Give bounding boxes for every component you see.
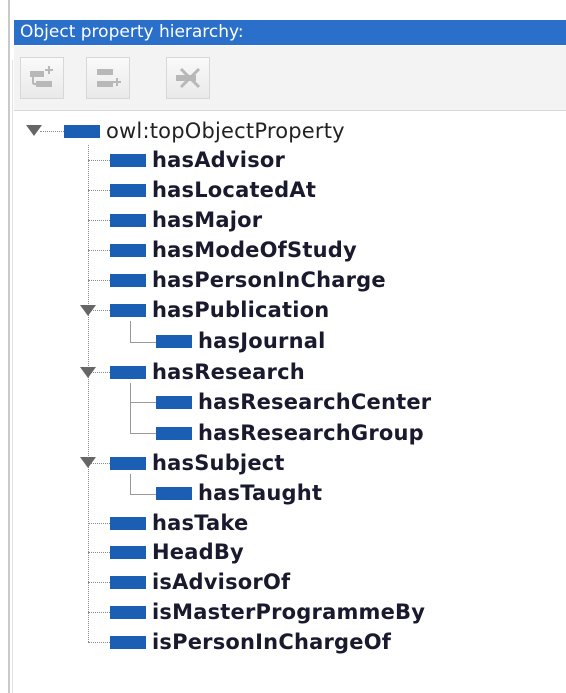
tree-item-label: hasJournal [198,329,326,353]
tree-connector [88,160,110,161]
tree-connector [88,612,110,613]
tree-item-label: hasTaught [198,481,323,505]
tree-connector [130,321,131,342]
tree-item-label: hasResearch [152,360,305,384]
tree-item-label: hasModeOfStudy [152,238,357,262]
tree-item-label: hasLocatedAt [152,178,317,202]
tree-item-label: HeadBy [152,540,244,564]
tree-item-label: hasMajor [152,208,263,232]
tree-item-label: isMasterProgrammeBy [152,600,426,624]
panel-left-border [8,0,10,693]
object-property-icon [110,273,146,287]
object-property-icon [110,605,146,619]
expand-toggle-icon[interactable] [80,457,96,468]
object-property-icon [156,395,192,409]
tree-item[interactable]: hasTake [110,509,248,537]
object-property-icon [110,635,146,649]
panel-inner-border [12,60,13,693]
property-tree: owl:topObjectProperty hasAdvisor hasLoca… [14,111,566,693]
tree-item[interactable]: hasResearchGroup [156,419,424,447]
object-property-hierarchy-panel: Object property hierarchy: owl:topObject… [0,0,566,693]
expand-toggle-icon[interactable] [80,367,96,378]
add-sibling-property-icon [97,69,121,87]
tree-item[interactable]: hasJournal [156,327,326,355]
tree-item-label: hasSubject [152,451,285,475]
object-property-icon [110,213,146,227]
tree-item-label: hasResearchGroup [198,421,424,445]
tree-item[interactable]: isAdvisorOf [110,568,290,596]
tree-item[interactable]: hasTaught [156,479,322,507]
tree-item[interactable]: hasResearch [110,358,305,386]
object-property-icon [110,153,146,167]
add-sub-property-icon [30,66,53,87]
object-property-icon [110,456,146,470]
tree-item-label: hasPersonInCharge [152,268,386,292]
tree-connector [130,402,156,403]
tree-item-label: hasPublication [152,298,330,322]
add-sibling-property-button[interactable] [86,57,130,99]
object-property-icon [110,365,146,379]
tree-item-label: hasTake [152,511,249,535]
tree-connector [130,433,156,434]
tree-item-label: hasResearchCenter [198,390,432,414]
object-property-icon [110,516,146,530]
tree-connector [88,582,110,583]
tree-connector [130,494,156,495]
object-property-icon [156,334,192,348]
tree-item[interactable]: hasPersonInCharge [110,266,386,294]
object-property-icon [110,183,146,197]
tree-connector [88,250,110,251]
tree-item-label: owl:topObjectProperty [106,119,345,143]
object-property-icon [110,243,146,257]
delete-property-button[interactable] [166,57,210,99]
delete-property-icon [176,67,201,89]
add-sub-property-button[interactable] [20,57,64,99]
tree-connector [88,280,110,281]
object-property-icon [110,303,146,317]
object-property-icon [156,426,192,440]
toolbar [14,46,566,111]
tree-connector [88,642,110,643]
tree-connector [130,383,131,433]
object-property-icon [110,575,146,589]
tree-connector [130,342,156,343]
expand-toggle-icon[interactable] [80,305,96,316]
tree-item[interactable]: hasModeOfStudy [110,236,357,264]
tree-item[interactable]: isMasterProgrammeBy [110,598,425,626]
object-property-icon [64,124,100,138]
tree-item[interactable]: hasPublication [110,296,329,324]
panel-title: Object property hierarchy: [14,20,566,45]
tree-item[interactable]: isPersonInChargeOf [110,628,391,656]
tree-connector [130,474,131,494]
tree-item-label: isAdvisorOf [152,570,291,594]
tree-item[interactable]: hasLocatedAt [110,176,316,204]
tree-item[interactable]: HeadBy [110,538,244,566]
tree-item-label: isPersonInChargeOf [152,630,392,654]
tree-item[interactable]: hasAdvisor [110,146,285,174]
tree-item[interactable]: hasResearchCenter [156,388,431,416]
tree-connector [88,552,110,553]
tree-item-label: hasAdvisor [152,148,286,172]
tree-connector [88,523,110,524]
tree-item[interactable]: hasMajor [110,206,262,234]
tree-connector [88,190,110,191]
tree-item[interactable]: hasSubject [110,449,285,477]
object-property-icon [156,486,192,500]
tree-connector [88,220,110,221]
object-property-icon [110,545,146,559]
expand-toggle-icon[interactable] [26,125,42,136]
tree-item-root[interactable]: owl:topObjectProperty [64,117,345,145]
